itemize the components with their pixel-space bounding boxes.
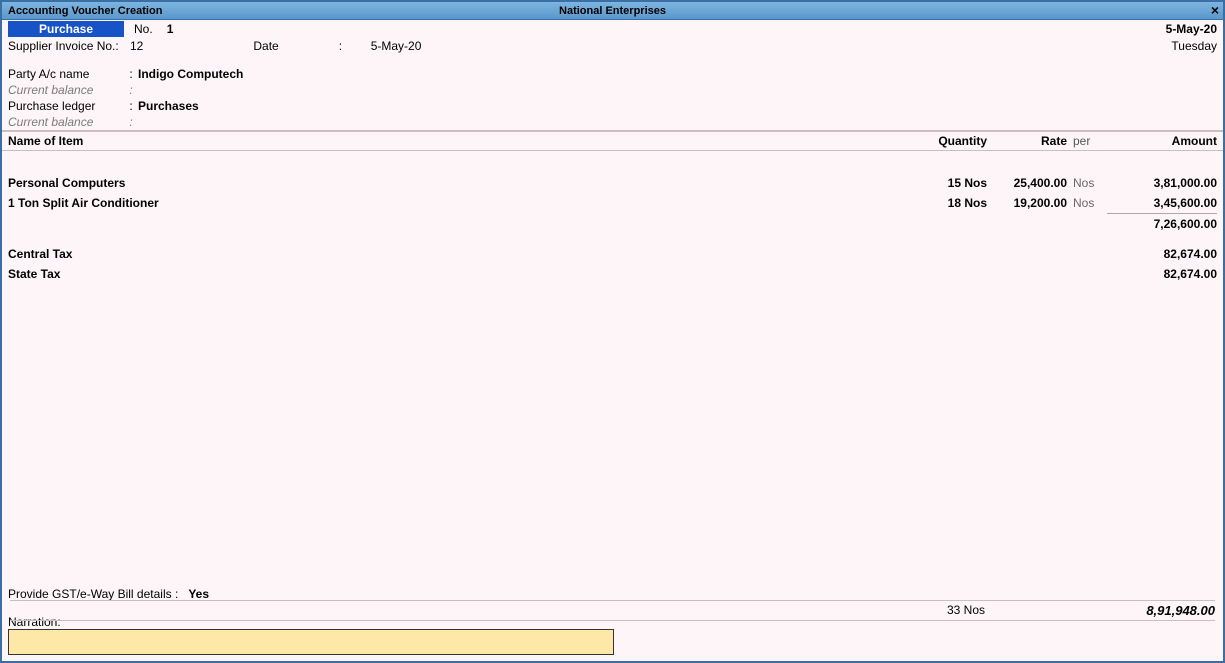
subtotal-amount: 7,26,600.00 <box>1107 213 1217 234</box>
item-qty: 18 Nos <box>907 193 987 213</box>
col-header-rate: Rate <box>987 134 1067 148</box>
supplier-invoice-label: Supplier Invoice No.: <box>8 39 130 53</box>
close-icon[interactable]: × <box>1211 2 1219 18</box>
voucher-header: Purchase No. 1 5-May-20 Supplier Invoice… <box>2 20 1223 131</box>
tax-row[interactable]: Central Tax 82,674.00 <box>8 244 1217 264</box>
col-header-per: per <box>1067 134 1107 148</box>
item-per: Nos <box>1067 173 1107 193</box>
party-label: Party A/c name <box>8 67 124 81</box>
item-rate: 25,400.00 <box>987 173 1067 193</box>
item-per: Nos <box>1067 193 1107 213</box>
voucher-no-value[interactable]: 1 <box>167 22 174 36</box>
item-row[interactable]: 1 Ton Split Air Conditioner 18 Nos 19,20… <box>8 193 1217 213</box>
voucher-date[interactable]: 5-May-20 <box>1166 22 1217 36</box>
titlebar-company: National Enterprises <box>559 5 666 17</box>
purchase-ledger-value[interactable]: Purchases <box>138 99 199 113</box>
item-qty: 15 Nos <box>907 173 987 193</box>
item-amount: 3,81,000.00 <box>1107 173 1217 193</box>
gst-details-label: Provide GST/e-Way Bill details : <box>8 587 178 601</box>
item-name: Personal Computers <box>8 173 907 193</box>
voucher-footer: Provide GST/e-Way Bill details : Yes Nar… <box>2 583 1223 661</box>
tax-row[interactable]: State Tax 82,674.00 <box>8 264 1217 284</box>
tax-name: State Tax <box>8 264 907 284</box>
supplier-invoice-value[interactable]: 12 <box>130 39 143 53</box>
tax-name: Central Tax <box>8 244 907 264</box>
voucher-no-label: No. <box>134 22 153 36</box>
subtotal-row: 7,26,600.00 <box>8 213 1217 234</box>
party-curbal-label: Current balance <box>8 83 124 97</box>
item-amount: 3,45,600.00 <box>1107 193 1217 213</box>
item-name: 1 Ton Split Air Conditioner <box>8 193 907 213</box>
titlebar: Accounting Voucher Creation National Ent… <box>2 2 1223 20</box>
col-header-qty: Quantity <box>907 134 987 148</box>
item-rate: 19,200.00 <box>987 193 1067 213</box>
total-qty: 33 Nos <box>905 603 985 618</box>
invoice-date-colon: : <box>339 39 353 53</box>
item-grid-body: Personal Computers 15 Nos 25,400.00 Nos … <box>2 151 1223 583</box>
invoice-date-value[interactable]: 5-May-20 <box>371 39 422 53</box>
tax-amount: 82,674.00 <box>1107 264 1217 284</box>
total-amount: 8,91,948.00 <box>1105 603 1215 618</box>
voucher-type-selector[interactable]: Purchase <box>8 21 124 37</box>
titlebar-title: Accounting Voucher Creation <box>2 5 162 17</box>
voucher-day: Tuesday <box>1171 39 1217 53</box>
invoice-date-label: Date <box>253 39 278 53</box>
ledger-curbal-label: Current balance <box>8 115 124 129</box>
party-name-value[interactable]: Indigo Computech <box>138 67 243 81</box>
voucher-window: Accounting Voucher Creation National Ent… <box>0 0 1225 663</box>
col-header-amount: Amount <box>1107 134 1217 148</box>
item-grid-header: Name of Item Quantity Rate per Amount <box>2 131 1223 151</box>
narration-input[interactable] <box>8 629 614 655</box>
gst-details-value[interactable]: Yes <box>188 587 209 601</box>
col-header-name: Name of Item <box>8 134 907 148</box>
purchase-ledger-label: Purchase ledger <box>8 99 124 113</box>
tax-amount: 82,674.00 <box>1107 244 1217 264</box>
item-row[interactable]: Personal Computers 15 Nos 25,400.00 Nos … <box>8 173 1217 193</box>
